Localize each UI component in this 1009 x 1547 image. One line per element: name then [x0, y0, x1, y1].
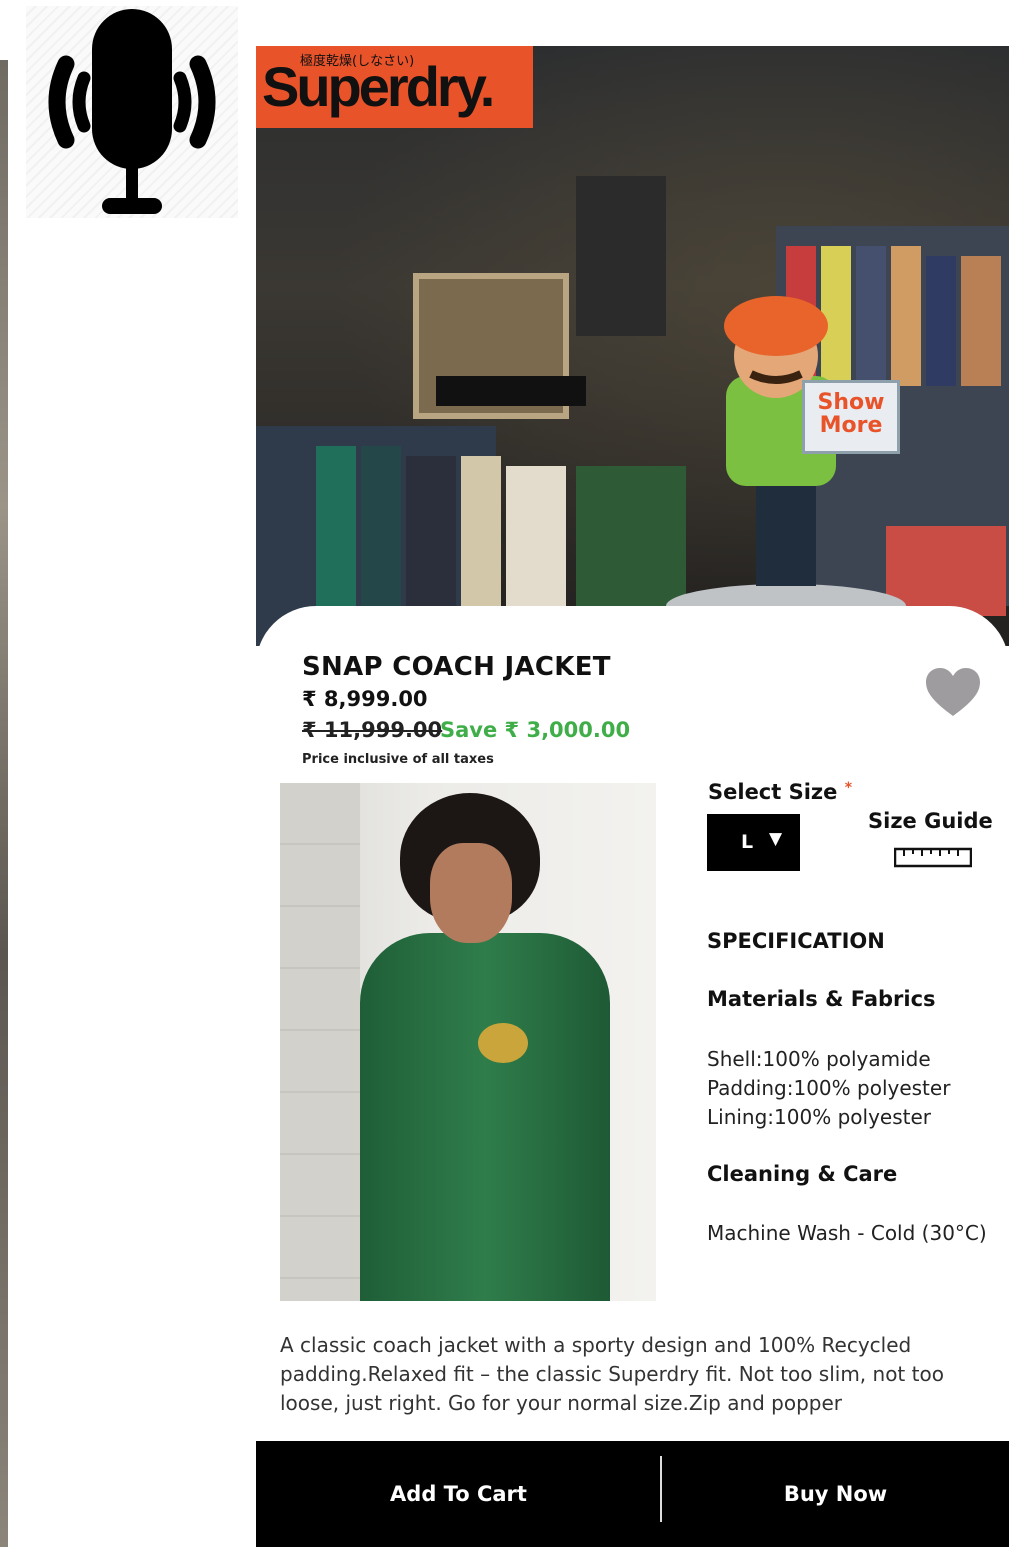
size-selected-value: L: [741, 831, 754, 853]
product-title: SNAP COACH JACKET: [302, 652, 611, 682]
ruler-icon[interactable]: [893, 846, 973, 872]
brand-name: Superdry.: [262, 55, 495, 118]
heart-icon: [926, 668, 980, 716]
caret-down-icon: ▼: [769, 829, 783, 849]
image-badge: [478, 1023, 528, 1063]
voice-assistant-button[interactable]: [26, 6, 238, 218]
material-line: Shell:100% polyamide: [707, 1047, 931, 1071]
materials-list: Shell:100% polyamide Padding:100% polyes…: [707, 1045, 950, 1132]
material-line: Padding:100% polyester: [707, 1076, 951, 1100]
size-dropdown[interactable]: L ▼: [707, 814, 800, 871]
select-size-text: Select Size: [708, 780, 838, 804]
image-jacket: [360, 933, 610, 1301]
store-interior-illustration: [256, 176, 1009, 646]
show-more-button[interactable]: Show More: [802, 380, 900, 454]
image-wall: [280, 783, 360, 1301]
product-description: A classic coach jacket with a sporty des…: [280, 1333, 944, 1415]
brand-logo: 極度乾燥(しなさい) Superdry.: [256, 46, 533, 128]
size-guide-link[interactable]: Size Guide: [868, 809, 993, 833]
buy-now-button[interactable]: Buy Now: [662, 1441, 1009, 1547]
care-text: Machine Wash - Cold (30°C): [707, 1221, 987, 1245]
select-size-label: Select Size *: [708, 780, 852, 804]
product-page: 極度乾燥(しなさい) Superdry. Show More SNAP COAC…: [256, 46, 1009, 1547]
add-to-cart-button[interactable]: Add To Cart: [256, 1441, 661, 1547]
product-price: ₹ 8,999.00: [302, 687, 428, 711]
wishlist-button[interactable]: [924, 666, 982, 722]
care-heading: Cleaning & Care: [707, 1162, 898, 1186]
materials-heading: Materials & Fabrics: [707, 987, 936, 1011]
action-bar: Add To Cart Buy Now: [256, 1441, 1009, 1547]
tax-note: Price inclusive of all taxes: [302, 752, 494, 767]
original-price: ₹ 11,999.00: [302, 718, 443, 742]
savings-text: Save ₹ 3,000.00: [440, 718, 631, 742]
microphone-broadcast-icon: [48, 9, 216, 214]
material-line: Lining:100% polyester: [707, 1105, 931, 1129]
product-image[interactable]: [280, 783, 656, 1301]
required-mark: *: [844, 780, 853, 796]
specification-heading: SPECIFICATION: [707, 929, 885, 953]
image-face: [430, 843, 512, 943]
background-photo-edge: [0, 60, 8, 1547]
store-hero-image: 極度乾燥(しなさい) Superdry. Show More: [256, 46, 1009, 646]
